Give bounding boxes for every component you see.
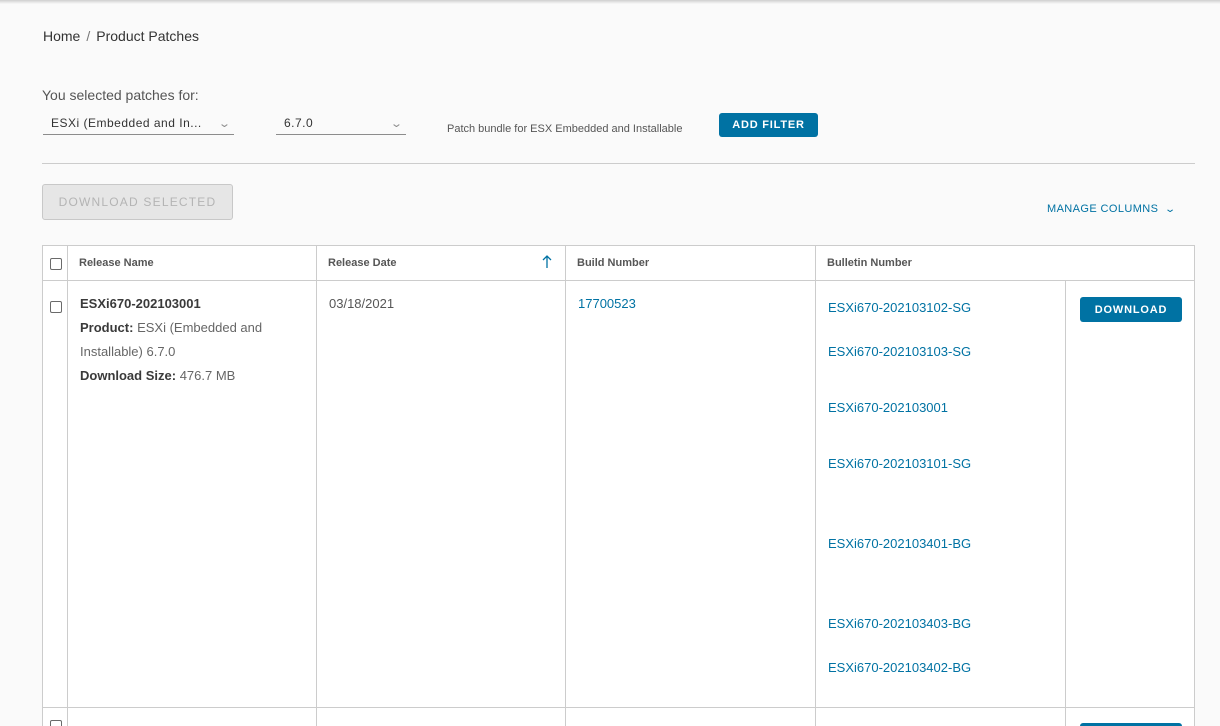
manage-columns-button[interactable]: MANAGE COLUMNS ⌄ <box>1047 203 1177 215</box>
release-date: 03/18/2021 <box>329 296 395 311</box>
bulletin-link[interactable]: ESXi670-202103403-BG <box>828 616 971 631</box>
column-divider <box>1065 281 1066 726</box>
row-checkbox[interactable] <box>50 301 62 313</box>
breadcrumb-home-link[interactable]: Home <box>43 28 80 44</box>
breadcrumb-current: Product Patches <box>96 28 199 44</box>
download-size-value: 476.7 MB <box>179 368 236 383</box>
product-detail: Product: ESXi (Embedded and <box>80 320 262 335</box>
product-select[interactable]: ESXi (Embedded and In... ⌄ <box>43 114 234 135</box>
product-value: ESXi (Embedded and <box>137 320 263 335</box>
bulletin-link[interactable]: ESXi670-202103102-SG <box>828 300 971 315</box>
column-header-bulletin-number[interactable]: Bulletin Number <box>827 257 912 269</box>
row-divider <box>43 707 1194 708</box>
bulletin-link[interactable]: ESXi670-202103401-BG <box>828 536 971 551</box>
divider <box>42 163 1195 164</box>
bulletin-link[interactable]: ESXi670-202103103-SG <box>828 344 971 359</box>
column-divider <box>815 246 816 726</box>
download-button[interactable]: DOWNLOAD <box>1080 297 1182 322</box>
sort-ascending-icon[interactable] <box>542 255 552 269</box>
product-select-value: ESXi (Embedded and In... <box>51 116 202 130</box>
column-divider <box>316 246 317 726</box>
add-filter-button[interactable]: ADD FILTER <box>719 113 818 137</box>
product-detail-continued: Installable) 6.7.0 <box>80 344 176 359</box>
select-all-checkbox[interactable] <box>50 258 62 270</box>
bundle-description: Patch bundle for ESX Embedded and Instal… <box>447 123 683 135</box>
product-label: Product: <box>80 320 134 335</box>
manage-columns-label: MANAGE COLUMNS <box>1047 203 1159 215</box>
column-header-release-date[interactable]: Release Date <box>328 257 397 269</box>
selected-patches-label: You selected patches for: <box>42 87 199 103</box>
chevron-down-icon: ⌄ <box>1164 204 1177 215</box>
patches-table: Release Name Release Date Build Number B… <box>42 245 1195 726</box>
chevron-down-icon: ⌄ <box>390 117 404 130</box>
column-divider <box>67 246 68 726</box>
version-select[interactable]: 6.7.0 ⌄ <box>276 114 406 135</box>
top-shadow <box>0 0 1220 4</box>
column-header-build-number[interactable]: Build Number <box>577 257 649 269</box>
download-size-label: Download Size: <box>80 368 177 383</box>
row-checkbox[interactable] <box>50 720 62 726</box>
version-select-value: 6.7.0 <box>284 116 314 130</box>
build-number-link[interactable]: 17700523 <box>578 296 636 311</box>
chevron-down-icon: ⌄ <box>218 117 232 130</box>
column-divider <box>565 246 566 726</box>
column-header-release-name[interactable]: Release Name <box>79 257 154 269</box>
download-size-detail: Download Size: 476.7 MB <box>80 368 235 383</box>
breadcrumb-separator: / <box>86 28 91 44</box>
download-selected-button[interactable]: DOWNLOAD SELECTED <box>42 184 233 220</box>
header-bottom-border <box>43 280 1194 281</box>
bulletin-link[interactable]: ESXi670-202103402-BG <box>828 660 971 675</box>
bulletin-link[interactable]: ESXi670-202103001 <box>828 400 948 415</box>
release-name: ESXi670-202103001 <box>80 296 201 311</box>
bulletin-link[interactable]: ESXi670-202103101-SG <box>828 456 971 471</box>
breadcrumb: Home / Product Patches <box>43 28 199 44</box>
